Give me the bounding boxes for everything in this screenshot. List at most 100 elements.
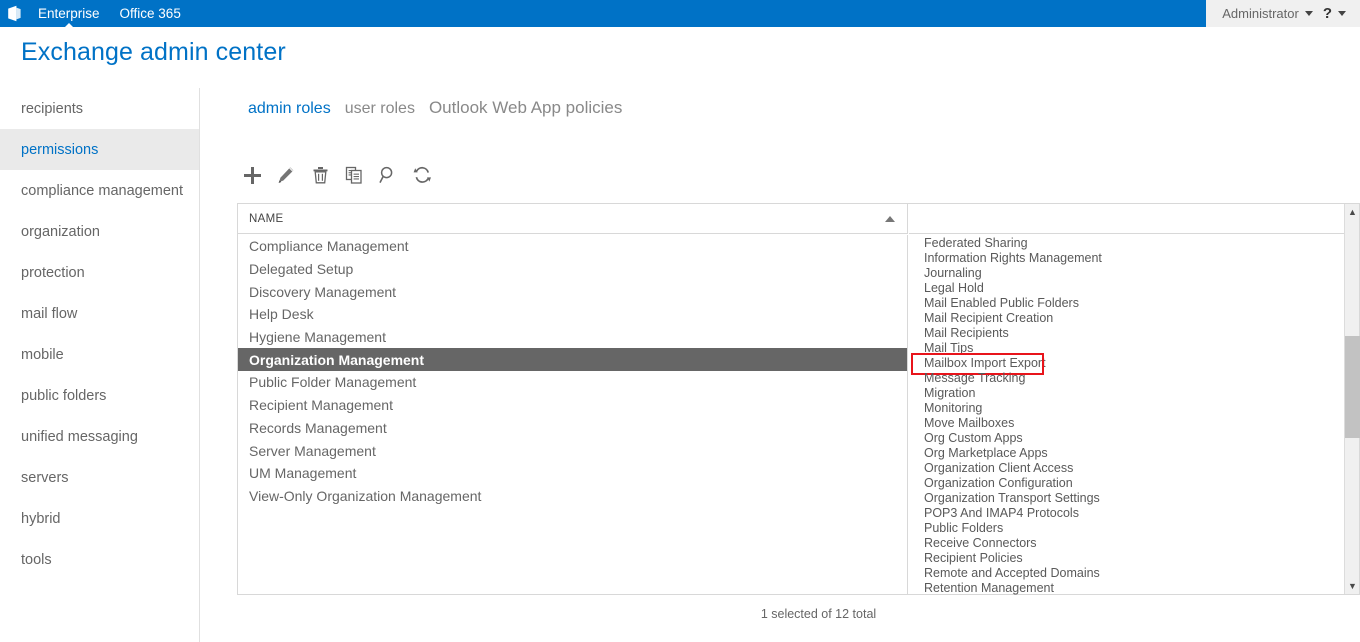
tab-outlook-web-app-policies[interactable]: Outlook Web App policies xyxy=(429,98,622,118)
suite-link-office365[interactable]: Office 365 xyxy=(110,0,191,27)
list-item: Move Mailboxes xyxy=(909,415,1346,430)
list-item-label: Migration xyxy=(924,385,976,400)
list-item-label: Federated Sharing xyxy=(924,235,1028,250)
list-item-label: Org Custom Apps xyxy=(924,430,1023,445)
scroll-down-arrow-icon[interactable]: ▼ xyxy=(1345,578,1360,594)
suite-link-enterprise[interactable]: Enterprise xyxy=(28,0,110,28)
list-item: Monitoring xyxy=(909,400,1346,415)
list-item-label: Mail Recipient Creation xyxy=(924,310,1054,325)
details-header-spacer xyxy=(909,204,1360,234)
list-item: Organization Client Access xyxy=(909,460,1346,475)
list-item-label: Organization Transport Settings xyxy=(924,490,1100,505)
sidebar-item-permissions[interactable]: permissions xyxy=(0,129,199,170)
table-row[interactable]: Hygiene Management xyxy=(238,326,907,349)
copy-button[interactable] xyxy=(343,163,365,187)
scrollbar-thumb[interactable] xyxy=(1345,336,1360,438)
list-item-label: Mail Tips xyxy=(924,340,974,355)
edit-button[interactable] xyxy=(275,163,297,187)
vertical-scrollbar[interactable]: ▲ ▼ xyxy=(1344,204,1360,594)
sidebar-item-tools[interactable]: tools xyxy=(0,539,199,580)
row-label: Records Management xyxy=(249,419,387,436)
list-item: Federated Sharing xyxy=(909,235,1346,250)
sidebar-item-public-folders[interactable]: public folders xyxy=(0,375,199,416)
table-row[interactable]: Help Desk xyxy=(238,303,907,326)
list-item-label: Retention Management xyxy=(924,580,1054,595)
row-label: UM Management xyxy=(249,465,357,482)
tab-bar: admin roles user roles Outlook Web App p… xyxy=(248,98,622,118)
help-menu[interactable]: ? xyxy=(1323,6,1346,21)
row-label: Organization Management xyxy=(249,351,425,368)
list-item-label: Legal Hold xyxy=(924,280,984,295)
column-header-label: NAME xyxy=(249,212,284,225)
row-label: Discovery Management xyxy=(249,283,397,300)
status-bar: 1 selected of 12 total xyxy=(237,599,1360,629)
tab-user-roles[interactable]: user roles xyxy=(345,100,415,118)
chevron-down-icon: ▼ xyxy=(1348,580,1357,591)
sidebar-item-label: recipients xyxy=(21,100,84,117)
list-item: Receive Connectors xyxy=(909,535,1346,550)
row-label: Delegated Setup xyxy=(249,261,354,278)
sidebar-item-label: permissions xyxy=(21,141,99,158)
table-row[interactable]: View-Only Organization Management xyxy=(238,485,907,508)
tab-admin-roles[interactable]: admin roles xyxy=(248,100,331,118)
list-item: Recipient Policies xyxy=(909,550,1346,565)
list-item-label: Journaling xyxy=(924,265,982,280)
sidebar-item-hybrid[interactable]: hybrid xyxy=(0,498,199,539)
add-button[interactable] xyxy=(241,163,263,187)
list-item: Org Marketplace Apps xyxy=(909,445,1346,460)
sidebar-item-label: compliance management xyxy=(21,182,184,199)
table-row[interactable]: Discovery Management xyxy=(238,280,907,303)
sidebar-item-compliance-management[interactable]: compliance management xyxy=(0,170,199,211)
table-row[interactable]: Server Management xyxy=(238,439,907,462)
row-label: Hygiene Management xyxy=(249,329,386,346)
row-label: View-Only Organization Management xyxy=(249,487,482,504)
delete-button[interactable] xyxy=(309,163,331,187)
list-item-label: POP3 And IMAP4 Protocols xyxy=(924,505,1079,520)
account-label: Administrator xyxy=(1222,6,1299,21)
sidebar-item-unified-messaging[interactable]: unified messaging xyxy=(0,416,199,457)
sidebar-item-label: servers xyxy=(21,469,69,486)
row-label: Compliance Management xyxy=(249,238,409,255)
table-row[interactable]: Records Management xyxy=(238,417,907,440)
row-label: Public Folder Management xyxy=(249,374,417,391)
roles-list-frame: NAME Compliance Management Delegated Set… xyxy=(237,203,1360,595)
chevron-up-icon: ▲ xyxy=(1348,206,1357,217)
table-row-selected[interactable]: Organization Management xyxy=(238,348,907,372)
sidebar-item-protection[interactable]: protection xyxy=(0,252,199,293)
list-item-label: Information Rights Management xyxy=(924,250,1102,265)
sidebar-item-mobile[interactable]: mobile xyxy=(0,334,199,375)
list-item: Org Custom Apps xyxy=(909,430,1346,445)
search-button[interactable] xyxy=(377,163,399,187)
list-item-label: Remote and Accepted Domains xyxy=(924,565,1100,580)
list-item: Legal Hold xyxy=(909,280,1346,295)
sidebar-item-servers[interactable]: servers xyxy=(0,457,199,498)
list-item-label: Move Mailboxes xyxy=(924,415,1015,430)
office-logo-icon[interactable] xyxy=(0,0,28,27)
list-item-label: Recipient Policies xyxy=(924,550,1023,565)
table-row[interactable]: Public Folder Management xyxy=(238,371,907,394)
sidebar-item-label: public folders xyxy=(21,387,107,404)
sidebar-item-mail-flow[interactable]: mail flow xyxy=(0,293,199,334)
table-row[interactable]: Delegated Setup xyxy=(238,258,907,281)
scroll-up-arrow-icon[interactable]: ▲ xyxy=(1345,204,1360,220)
list-item-label: Organization Configuration xyxy=(924,475,1073,490)
sidebar-item-label: protection xyxy=(21,264,85,281)
refresh-button[interactable] xyxy=(411,163,433,187)
sort-ascending-icon xyxy=(885,215,895,222)
suite-bar-right: Administrator ? xyxy=(1206,0,1360,27)
table-row[interactable]: UM Management xyxy=(238,462,907,485)
account-menu[interactable]: Administrator xyxy=(1222,6,1313,21)
list-item: Migration xyxy=(909,385,1346,400)
list-item-label: Org Marketplace Apps xyxy=(924,445,1048,460)
list-item: Retention Management xyxy=(909,580,1346,595)
list-item-label: Public Folders xyxy=(924,520,1004,535)
table-row[interactable]: Recipient Management xyxy=(238,394,907,417)
row-label: Help Desk xyxy=(249,306,314,323)
table-row[interactable]: Compliance Management xyxy=(238,235,907,258)
sidebar-item-organization[interactable]: organization xyxy=(0,211,199,252)
list-item-label: Receive Connectors xyxy=(924,535,1037,550)
sidebar-item-label: mail flow xyxy=(21,305,78,322)
column-header-name[interactable]: NAME xyxy=(238,204,908,234)
list-item: Mail Recipients xyxy=(909,325,1346,340)
sidebar-item-recipients[interactable]: recipients xyxy=(0,88,199,129)
